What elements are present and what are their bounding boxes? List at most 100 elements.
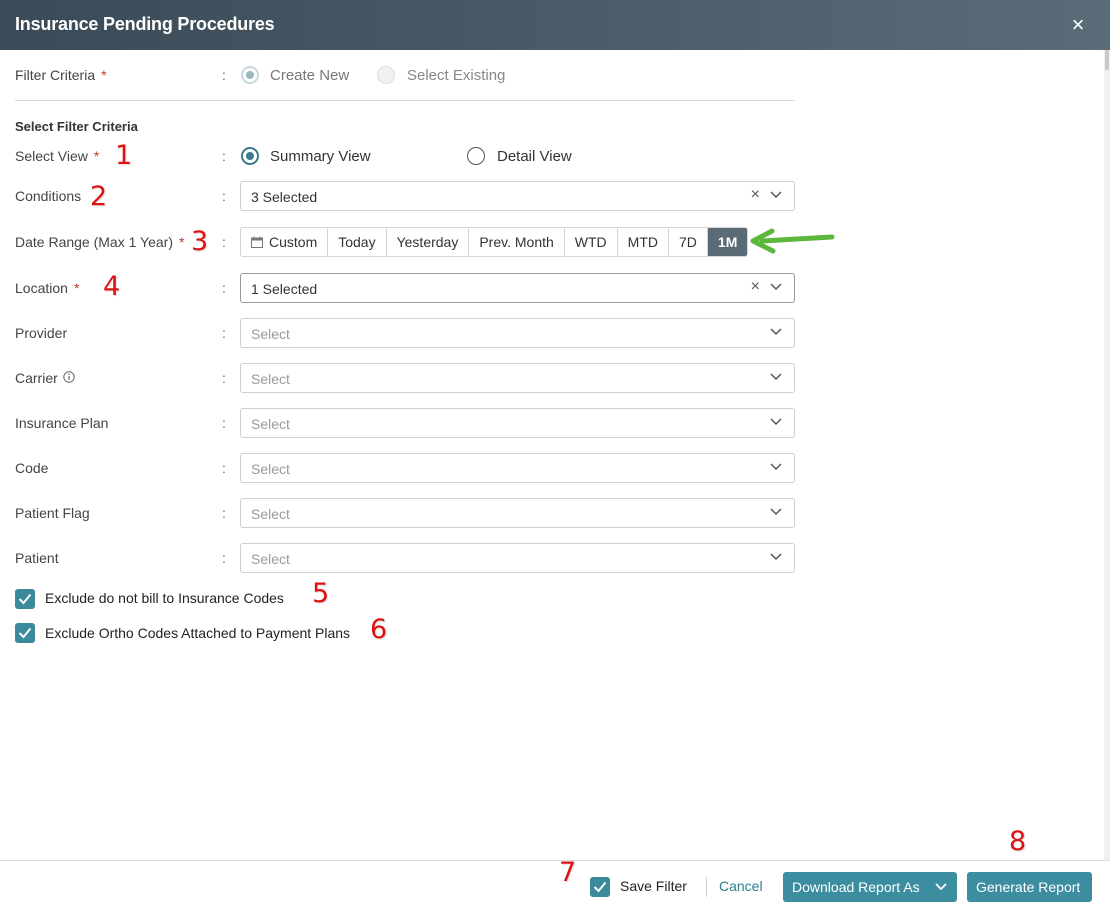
chevron-down-icon[interactable] — [770, 463, 782, 471]
info-icon[interactable] — [63, 371, 75, 383]
save-filter-label: Save Filter — [620, 878, 687, 894]
colon: : — [222, 234, 226, 250]
provider-select[interactable]: Select — [240, 318, 795, 348]
annotation-1: 1 — [115, 140, 133, 171]
provider-placeholder: Select — [251, 326, 290, 342]
exclude-ortho-label: Exclude Ortho Codes Attached to Payment … — [45, 625, 351, 641]
dialog-header: Insurance Pending Procedures × — [0, 0, 1110, 50]
colon: : — [222, 460, 226, 476]
annotation-2: 2 — [90, 181, 108, 212]
chevron-down-icon[interactable] — [770, 418, 782, 426]
radio-create-new[interactable] — [241, 66, 259, 84]
chevron-down-icon[interactable] — [770, 553, 782, 561]
conditions-value: 3 Selected — [251, 189, 318, 205]
patient-flag-placeholder: Select — [251, 506, 290, 522]
chevron-down-icon — [935, 883, 947, 891]
carrier-select[interactable]: Select — [240, 363, 795, 393]
radio-select-existing[interactable] — [377, 66, 395, 84]
insurance-plan-label: Insurance Plan — [15, 415, 109, 431]
exclude-ortho-checkbox[interactable] — [15, 623, 35, 643]
cancel-button[interactable]: Cancel — [719, 878, 763, 894]
filter-criteria-label: Filter Criteria * — [15, 67, 107, 83]
conditions-label: Conditions — [15, 188, 82, 204]
insurance-plan-placeholder: Select — [251, 416, 290, 432]
code-select[interactable]: Select — [240, 453, 795, 483]
download-report-button[interactable]: Download Report As — [783, 872, 957, 902]
colon: : — [222, 148, 226, 164]
location-label: Location * — [15, 280, 80, 296]
annotation-3: 3 — [191, 226, 209, 257]
radio-summary-view-label: Summary View — [270, 148, 371, 165]
colon: : — [222, 188, 226, 204]
radio-create-new-label: Create New — [270, 67, 350, 84]
chevron-down-icon[interactable] — [770, 373, 782, 381]
section-title: Select Filter Criteria — [15, 119, 138, 134]
annotation-4: 4 — [103, 271, 121, 302]
chevron-down-icon[interactable] — [770, 328, 782, 336]
date-range-label: Date Range (Max 1 Year) * — [15, 234, 185, 250]
annotation-6: 6 — [370, 614, 388, 645]
patient-select[interactable]: Select — [240, 543, 795, 573]
footer-divider — [0, 860, 1110, 861]
patient-label: Patient — [15, 550, 59, 566]
clear-icon[interactable]: × — [751, 186, 760, 204]
radio-summary-view[interactable] — [241, 147, 259, 165]
colon: : — [222, 67, 226, 83]
close-icon[interactable]: × — [1066, 13, 1090, 37]
date-range-7d[interactable]: 7D — [669, 228, 708, 256]
date-range-prev-month[interactable]: Prev. Month — [469, 228, 565, 256]
calendar-icon — [251, 236, 263, 248]
colon: : — [222, 550, 226, 566]
radio-detail-view-label: Detail View — [497, 148, 572, 165]
date-range-today[interactable]: Today — [328, 228, 387, 256]
generate-report-button[interactable]: Generate Report — [967, 872, 1092, 902]
check-icon — [593, 881, 607, 893]
annotation-7: 7 — [559, 857, 577, 888]
date-range-mtd[interactable]: MTD — [617, 228, 669, 256]
code-placeholder: Select — [251, 461, 290, 477]
date-range-1m[interactable]: 1M — [707, 228, 748, 256]
location-value: 1 Selected — [251, 281, 318, 297]
chevron-down-icon[interactable] — [770, 508, 782, 516]
colon: : — [222, 325, 226, 341]
scrollbar-track[interactable] — [1104, 50, 1110, 860]
download-report-label: Download Report As — [792, 879, 920, 895]
patient-flag-select[interactable]: Select — [240, 498, 795, 528]
date-range-wtd[interactable]: WTD — [564, 228, 618, 256]
dialog-title: Insurance Pending Procedures — [15, 14, 275, 34]
divider — [15, 100, 795, 101]
code-label: Code — [15, 460, 49, 476]
clear-icon[interactable]: × — [751, 278, 760, 296]
radio-select-existing-label: Select Existing — [407, 67, 506, 84]
provider-label: Provider — [15, 325, 68, 341]
date-range-custom-label: Custom — [269, 234, 318, 250]
exclude-dnb-checkbox[interactable] — [15, 589, 35, 609]
location-select[interactable]: 1 Selected × — [240, 273, 795, 303]
carrier-placeholder: Select — [251, 371, 290, 387]
date-range-custom[interactable]: Custom — [241, 228, 329, 256]
colon: : — [222, 505, 226, 521]
annotation-5: 5 — [312, 578, 330, 609]
check-icon — [18, 627, 32, 639]
insurance-plan-select[interactable]: Select — [240, 408, 795, 438]
annotation-8: 8 — [1009, 826, 1027, 857]
exclude-dnb-label: Exclude do not bill to Insurance Codes — [45, 590, 284, 606]
chevron-down-icon[interactable] — [770, 191, 782, 199]
select-view-label: Select View * — [15, 148, 100, 164]
date-range-segmented-control: Custom Today Yesterday Prev. Month WTD M… — [240, 227, 749, 257]
colon: : — [222, 415, 226, 431]
save-filter-checkbox[interactable] — [590, 877, 610, 897]
patient-placeholder: Select — [251, 551, 290, 567]
colon: : — [222, 370, 226, 386]
scrollbar-thumb[interactable] — [1105, 50, 1109, 70]
carrier-label: Carrier — [15, 370, 58, 386]
green-arrow-annotation — [750, 228, 835, 254]
check-icon — [18, 593, 32, 605]
chevron-down-icon[interactable] — [770, 283, 782, 291]
colon: : — [222, 280, 226, 296]
date-range-yesterday[interactable]: Yesterday — [386, 228, 470, 256]
footer-separator — [706, 877, 707, 897]
conditions-select[interactable]: 3 Selected × — [240, 181, 795, 211]
radio-detail-view[interactable] — [467, 147, 485, 165]
patient-flag-label: Patient Flag — [15, 505, 90, 521]
